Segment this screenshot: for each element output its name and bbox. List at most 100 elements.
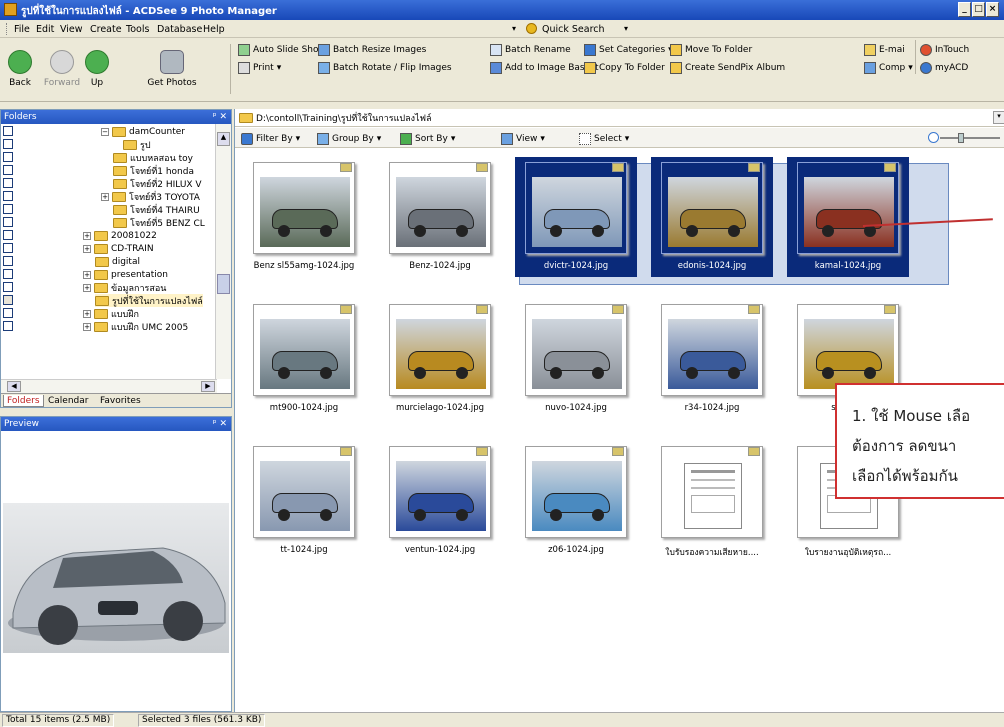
panel-pin-close-icon[interactable]: ᵖ ✕ (213, 110, 227, 124)
tree-item-task4[interactable]: โจทย์ที่4 THAIRU (113, 203, 200, 216)
folder-checkbox[interactable] (3, 282, 13, 292)
tree-item-pictures[interactable]: รูป (123, 138, 151, 151)
panel-pin-close-icon[interactable]: ᵖ ✕ (213, 417, 227, 431)
zoom-slider[interactable] (928, 132, 1004, 144)
menu-view[interactable]: View (60, 24, 83, 35)
folder-checkbox[interactable] (3, 230, 13, 240)
folder-checkbox[interactable] (3, 243, 13, 253)
tree-item-task1[interactable]: โจทย์ที่1 honda (113, 164, 194, 177)
tree-item-damcounter[interactable]: − damCounter (101, 125, 185, 138)
expand-icon[interactable]: + (83, 270, 91, 279)
scroll-left-icon[interactable]: ◀ (7, 381, 21, 392)
select-button[interactable]: Select ▾ (579, 131, 629, 146)
tab-favorites[interactable]: Favorites (97, 395, 144, 407)
expand-icon[interactable]: + (83, 283, 91, 292)
sort-by-button[interactable]: Sort By ▾ (400, 131, 455, 146)
folder-checkbox[interactable] (3, 165, 13, 175)
print-button[interactable]: Print ▾ (238, 60, 281, 75)
thumbnail-item[interactable]: dvictr-1024.jpg (515, 157, 637, 277)
auto-slide-show-button[interactable]: Auto Slide Show (238, 42, 326, 57)
tree-item-task3[interactable]: + โจทย์ที่3 TOYOTA (101, 190, 200, 203)
thumbnail-item[interactable]: kamal-1024.jpg (787, 157, 909, 277)
up-button[interactable]: Up (84, 42, 110, 98)
batch-rotate-button[interactable]: Batch Rotate / Flip Images (318, 60, 452, 75)
filter-by-button[interactable]: Filter By ▾ (241, 131, 300, 146)
zoom-out-icon[interactable] (928, 132, 939, 143)
tree-item-conversion-pictures[interactable]: รูปที่ใช้ในการแปลงไฟล์ (95, 294, 203, 307)
folder-checkbox[interactable] (3, 126, 13, 136)
menu-tools[interactable]: Tools (126, 24, 149, 35)
folder-checkbox[interactable] (3, 321, 13, 331)
folder-checkbox[interactable] (3, 178, 13, 188)
add-to-basket-button[interactable]: Add to Image Basket (490, 60, 599, 75)
expand-icon[interactable]: + (83, 322, 91, 331)
view-button[interactable]: View ▾ (501, 131, 545, 146)
thumbnail-item[interactable]: murcielago-1024.jpg (379, 299, 501, 419)
tree-item-lesson-toy[interactable]: แบบหลสอน toy (113, 151, 193, 164)
tree-item-digital[interactable]: digital (95, 255, 140, 268)
forward-button[interactable]: Forward (42, 42, 82, 98)
thumbnail-item[interactable]: z06-1024.jpg (515, 441, 637, 561)
expand-icon[interactable]: + (83, 244, 91, 253)
copy-to-folder-button[interactable]: Copy To Folder (584, 60, 665, 75)
expand-icon[interactable]: + (83, 309, 91, 318)
thumbnail-item[interactable]: ใบรับรองความเสียหาย.... (651, 441, 773, 561)
menu-file[interactable]: File (14, 24, 30, 35)
move-to-folder-button[interactable]: Move To Folder (670, 42, 752, 57)
menu-help[interactable]: Help (203, 24, 225, 35)
thumbnail-item[interactable]: r34-1024.jpg (651, 299, 773, 419)
email-button[interactable]: E-mai (864, 42, 905, 57)
create-sendpix-button[interactable]: Create SendPix Album (670, 60, 785, 75)
thumbnail-item[interactable]: Benz sl55amg-1024.jpg (243, 157, 365, 277)
tree-item-cd-train[interactable]: + CD-TRAIN (83, 242, 154, 255)
tree-item-exercises-umc[interactable]: + แบบฝึก UMC 2005 (83, 320, 188, 333)
thumbnail-item[interactable]: nuvo-1024.jpg (515, 299, 637, 419)
close-button[interactable]: × (986, 2, 999, 17)
thumbnail-item[interactable]: edonis-1024.jpg (651, 157, 773, 277)
batch-resize-button[interactable]: Batch Resize Images (318, 42, 426, 57)
tree-item-task2[interactable]: โจทย์ที่2 HILUX V (113, 177, 202, 190)
tree-item-teaching-data[interactable]: + ข้อมูลการสอน (83, 281, 166, 294)
compare-button[interactable]: Comp ▾ (864, 60, 913, 75)
scroll-up-icon[interactable]: ▲ (217, 132, 230, 146)
tree-item-presentation[interactable]: + presentation (83, 268, 168, 281)
folder-tree-horizontal-scrollbar[interactable]: ◀ ▶ (1, 379, 217, 393)
thumbnail-item[interactable]: ventun-1024.jpg (379, 441, 501, 561)
thumbnail-item[interactable]: mt900-1024.jpg (243, 299, 365, 419)
menu-database[interactable]: Database (157, 24, 202, 35)
expand-icon[interactable]: + (101, 192, 109, 201)
expand-icon[interactable]: + (83, 231, 91, 240)
folder-checkbox[interactable] (3, 308, 13, 318)
get-photos-button[interactable]: Get Photos (146, 42, 198, 98)
tree-item-20081022[interactable]: +20081022 (83, 229, 157, 242)
tab-calendar[interactable]: Calendar (45, 395, 91, 407)
folder-checkbox[interactable] (3, 204, 13, 214)
collapse-icon[interactable]: − (101, 127, 109, 136)
back-button[interactable]: Back (6, 42, 34, 98)
folder-checkbox[interactable] (3, 295, 13, 305)
intouch-button[interactable]: InTouch (920, 42, 969, 57)
folder-checkbox[interactable] (3, 152, 13, 162)
maximize-button[interactable]: □ (972, 2, 985, 17)
folder-checkbox[interactable] (3, 269, 13, 279)
path-dropdown-icon[interactable]: ▾ (993, 111, 1004, 124)
tree-item-exercises[interactable]: + แบบฝึก (83, 307, 139, 320)
folder-tree-vertical-scrollbar[interactable]: ▲ (215, 124, 231, 379)
batch-rename-button[interactable]: Batch Rename (490, 42, 571, 57)
scroll-thumb[interactable] (217, 274, 230, 294)
menu-create[interactable]: Create (90, 24, 122, 35)
tab-folders[interactable]: Folders (3, 395, 44, 407)
minimize-button[interactable]: _ (958, 2, 971, 17)
menu-edit[interactable]: Edit (36, 24, 54, 35)
set-categories-button[interactable]: Set Categories▾ (584, 42, 673, 57)
folder-checkbox[interactable] (3, 217, 13, 227)
folder-checkbox[interactable] (3, 139, 13, 149)
thumbnail-item[interactable]: Benz-1024.jpg (379, 157, 501, 277)
tree-item-task5[interactable]: โจทย์ที่5 BENZ CL (113, 216, 205, 229)
group-by-button[interactable]: Group By ▾ (317, 131, 381, 146)
thumbnail-item[interactable]: tt-1024.jpg (243, 441, 365, 561)
folder-checkbox[interactable] (3, 256, 13, 266)
zoom-thumb[interactable] (958, 133, 964, 143)
scroll-right-icon[interactable]: ▶ (201, 381, 215, 392)
myacd-button[interactable]: myACD (920, 60, 968, 75)
